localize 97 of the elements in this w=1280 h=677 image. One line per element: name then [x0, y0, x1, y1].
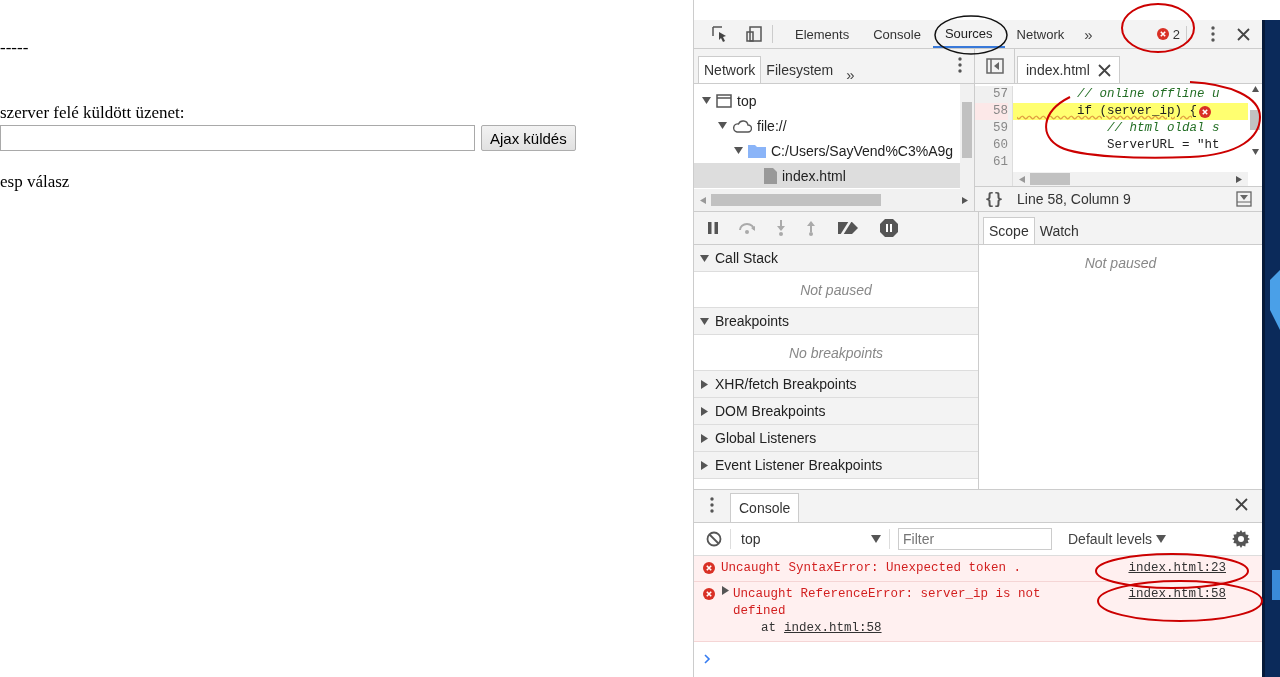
error-marker-icon	[1199, 105, 1212, 118]
more-options-icon[interactable]	[710, 496, 714, 513]
more-options-icon[interactable]	[958, 56, 962, 73]
scroll-arrow-icon[interactable]	[1235, 175, 1242, 183]
vertical-scrollbar[interactable]	[960, 84, 974, 189]
error-icon	[703, 562, 715, 574]
filter-field[interactable]: Filter	[898, 528, 1052, 550]
settings-icon[interactable]	[1232, 530, 1250, 548]
scroll-arrow-icon[interactable]	[961, 196, 968, 204]
line-number: 57	[992, 86, 1008, 103]
empty-message: No breakpoints	[788, 344, 884, 361]
device-icon[interactable]	[746, 26, 762, 42]
expanded-triangle-icon[interactable]	[734, 146, 743, 155]
cursor-position: Line 58, Column 9	[1017, 191, 1131, 207]
error-icon	[703, 588, 715, 600]
collapsed-triangle-icon[interactable]	[700, 433, 709, 443]
file-icon	[764, 167, 777, 184]
more-tabs-button[interactable]: »	[1076, 25, 1101, 43]
scroll-arrow-icon[interactable]	[1251, 86, 1259, 93]
tree-item[interactable]: index.html	[694, 163, 960, 188]
panel-tab[interactable]: Network	[1004, 20, 1077, 48]
tree-item[interactable]: file://	[694, 113, 960, 138]
scroll-arrow-icon[interactable]	[1251, 147, 1259, 155]
stack-link[interactable]: index.html:58	[784, 620, 882, 637]
section-header[interactable]: XHR/fetch Breakpoints	[694, 371, 978, 398]
message-input[interactable]	[0, 125, 475, 151]
tree-item[interactable]: top	[694, 88, 960, 113]
collapsed-triangle-icon[interactable]	[721, 586, 730, 595]
navigator-tab[interactable]: Network	[698, 56, 762, 83]
pause-on-exceptions-icon[interactable]	[880, 219, 898, 237]
message-label: szerver felé küldött üzenet:	[0, 103, 186, 123]
code-line: ServerURL = "ht	[1106, 137, 1220, 154]
error-count[interactable]: 2	[1172, 26, 1180, 42]
pretty-print-button[interactable]: {}	[985, 190, 1004, 208]
dropdown-caret-icon	[1156, 535, 1167, 543]
clear-console-icon[interactable]	[706, 531, 722, 547]
code-line: // html oldal s	[1106, 120, 1220, 137]
sidebar-toggle-icon[interactable]	[985, 57, 1004, 74]
expanded-triangle-icon[interactable]	[718, 121, 727, 130]
separator-text: -----	[0, 38, 30, 58]
panel-tab[interactable]: Console	[861, 20, 933, 48]
frame-icon	[716, 93, 732, 108]
sidebar-tab[interactable]: Scope	[983, 217, 1035, 244]
dropdown-caret-icon	[871, 535, 881, 543]
collapsed-triangle-icon[interactable]	[700, 406, 709, 416]
line-number: 61	[992, 154, 1008, 171]
empty-message: Not paused	[1083, 255, 1158, 271]
expanded-triangle-icon[interactable]	[702, 96, 711, 105]
scrollbar-thumb[interactable]	[962, 102, 972, 158]
more-options-icon[interactable]	[1211, 26, 1215, 42]
sidebar-tab[interactable]: Watch	[1034, 217, 1084, 244]
pause-icon[interactable]	[708, 222, 718, 234]
source-link[interactable]: index.html:58	[1128, 586, 1226, 603]
horizontal-scrollbar[interactable]	[694, 189, 974, 211]
navigator-tab[interactable]: Filesystem	[761, 56, 839, 83]
expanded-triangle-icon[interactable]	[700, 253, 709, 263]
line-number: 58	[975, 103, 1008, 120]
tab-close-icon[interactable]	[1097, 63, 1111, 77]
section-header[interactable]: DOM Breakpoints	[694, 398, 978, 425]
drawer-toggle-icon[interactable]	[1236, 191, 1252, 207]
error-count-icon	[1156, 28, 1169, 40]
scrollbar-thumb[interactable]	[1030, 173, 1070, 185]
tree-item[interactable]: C:/Users/SayVend%C3%A9g	[694, 138, 960, 163]
error-message: Uncaught SyntaxError: Unexpected token .	[721, 560, 1023, 577]
section-header[interactable]: Event Listener Breakpoints	[694, 452, 978, 479]
stack-prefix: at	[761, 620, 776, 637]
expanded-triangle-icon[interactable]	[700, 316, 709, 326]
inspect-icon[interactable]	[712, 26, 728, 42]
drawer-tab[interactable]: Console	[730, 493, 800, 522]
prompt-icon	[704, 654, 711, 664]
deactivate-breakpoints-icon[interactable]	[836, 220, 860, 236]
code-line: if (server_ip) {	[1076, 103, 1198, 120]
collapsed-triangle-icon[interactable]	[700, 460, 709, 470]
response-text: esp válasz	[0, 172, 71, 192]
code-line: // online offline u	[1076, 86, 1220, 103]
folder-icon	[748, 143, 766, 158]
horizontal-scrollbar[interactable]	[1013, 172, 1248, 186]
line-number: 60	[992, 137, 1008, 154]
section-header[interactable]: Breakpoints	[694, 308, 978, 335]
source-link[interactable]: index.html:23	[1128, 560, 1226, 577]
section-header[interactable]: Call Stack	[694, 245, 978, 272]
close-icon[interactable]	[1237, 27, 1250, 41]
ajax-send-button[interactable]: Ajax küldés	[481, 125, 576, 151]
error-message: Uncaught ReferenceError: server_ip is not defined	[733, 586, 1042, 620]
section-header[interactable]: Global Listeners	[694, 425, 978, 452]
scrollbar-thumb[interactable]	[1250, 110, 1260, 131]
empty-message: Not paused	[800, 281, 872, 298]
scrollbar-thumb[interactable]	[711, 194, 881, 206]
levels-dropdown[interactable]: Default levels	[1068, 531, 1167, 547]
line-number: 59	[992, 120, 1008, 137]
file-tab[interactable]: index.html	[1017, 56, 1120, 83]
context-selector[interactable]: top	[730, 529, 890, 549]
close-drawer-icon[interactable]	[1235, 498, 1248, 511]
cloud-icon	[732, 118, 752, 133]
collapsed-triangle-icon[interactable]	[700, 379, 709, 389]
panel-tab[interactable]: Elements	[783, 20, 862, 48]
more-tabs-button[interactable]: »	[838, 66, 863, 83]
